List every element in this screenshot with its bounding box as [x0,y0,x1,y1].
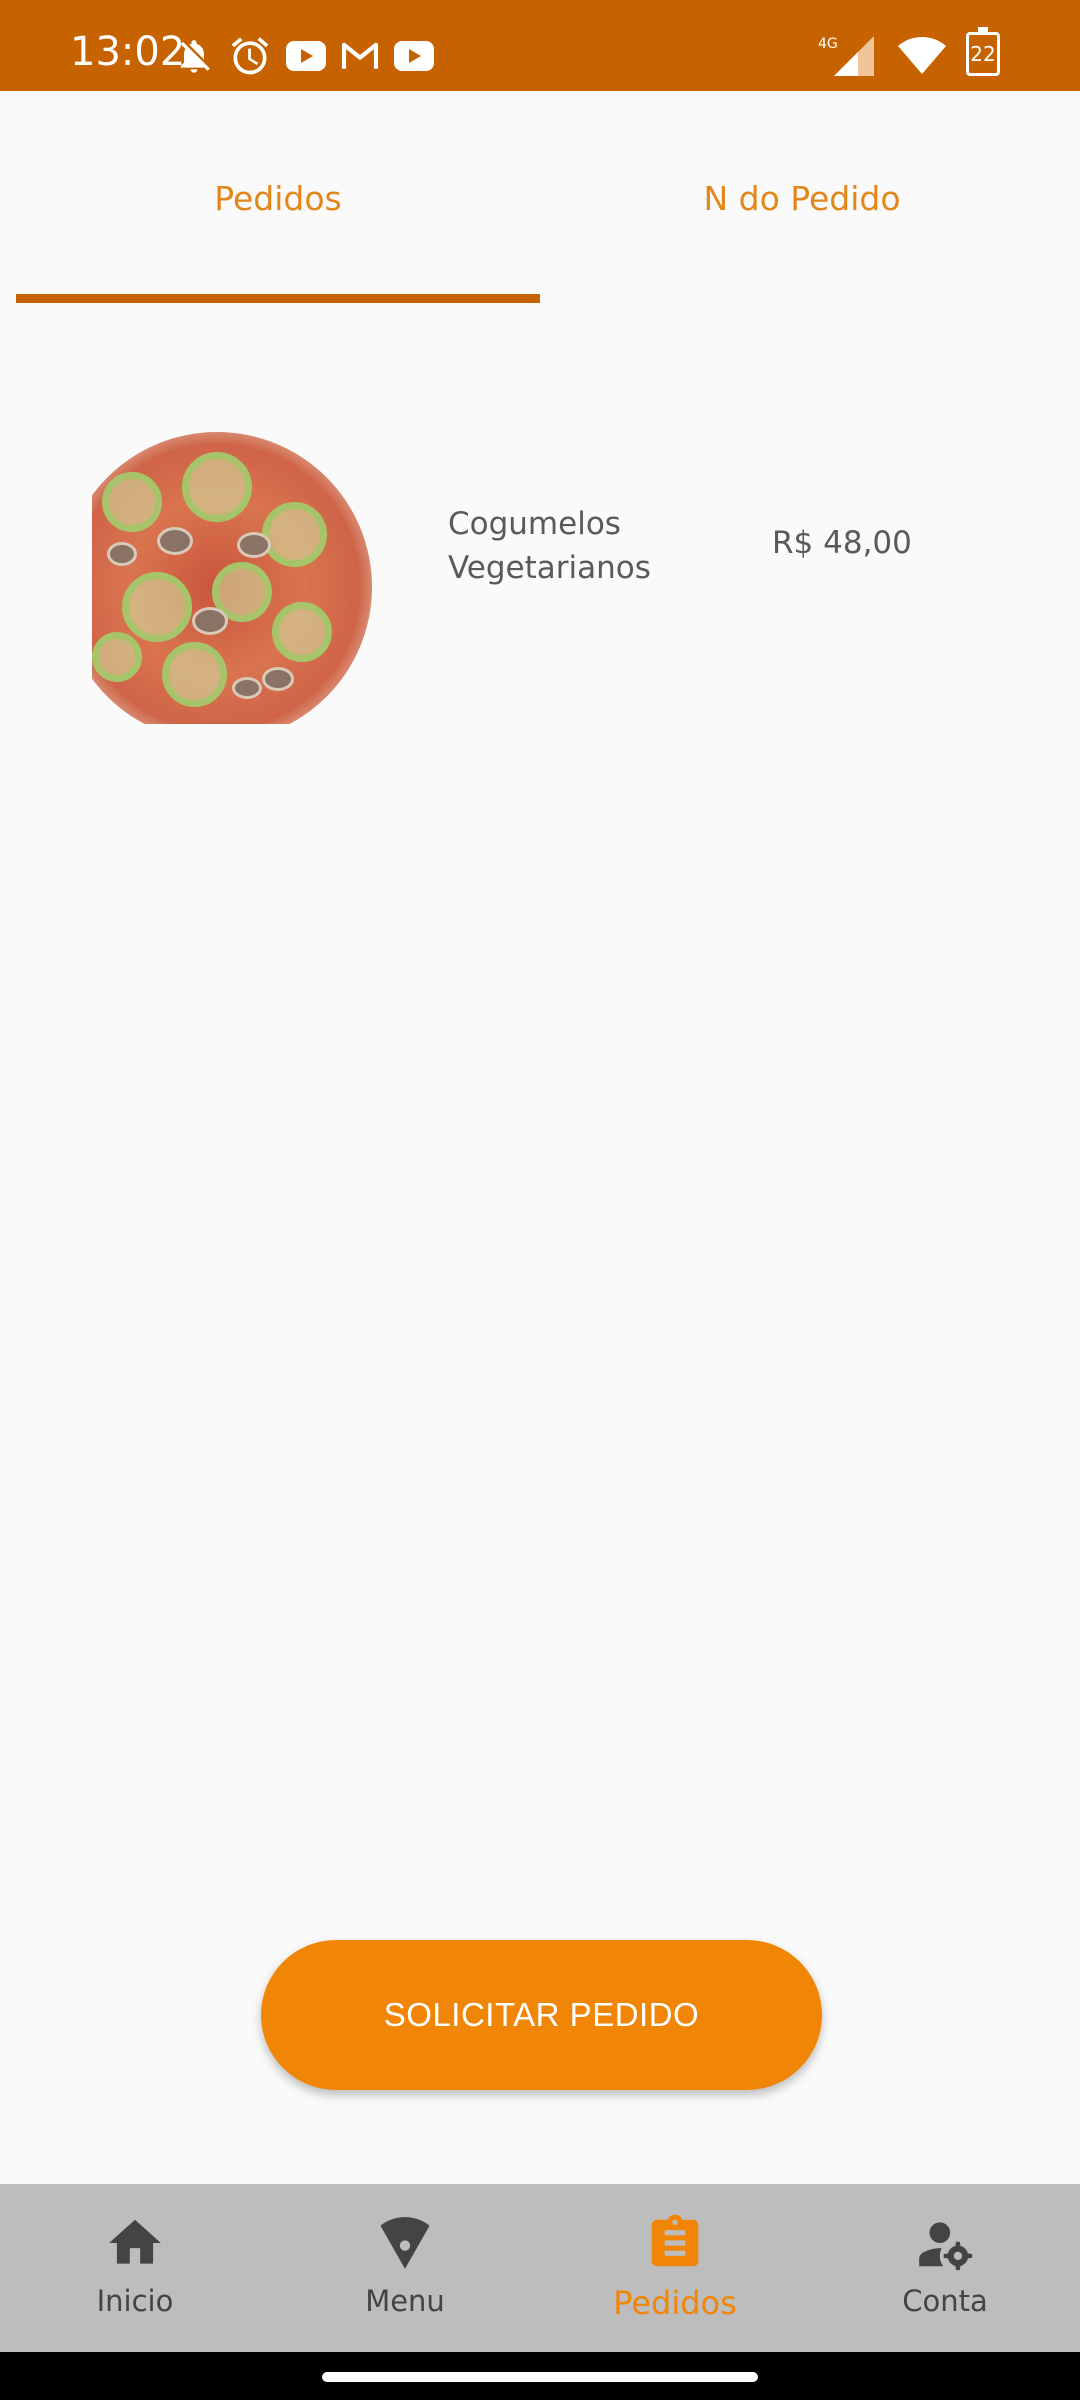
home-gesture-handle[interactable] [322,2372,758,2382]
gmail-icon [341,42,379,69]
status-bar: 13:02 4G 22 [0,0,1080,91]
battery-icon: 22 [966,27,1000,76]
nav-label: Conta [902,2284,988,2318]
user-settings-icon [914,2212,976,2274]
clipboard-icon [644,2212,706,2274]
bell-off-icon [180,40,210,73]
home-icon [104,2212,166,2274]
youtube-icon [286,41,326,71]
selected-tab-indicator [16,294,540,303]
youtube-icon [394,41,434,71]
svg-text:4G: 4G [818,36,838,52]
bottom-navigation: Inicio Menu Pedidos Conta [0,2184,1080,2352]
nav-item-inicio[interactable]: Inicio [0,2184,270,2352]
item-name: Cogumelos Vegetarianos [448,506,651,586]
nav-label: Menu [365,2284,445,2318]
item-price: R$ 48,00 [772,525,912,561]
system-icons: 4G 22 [814,27,1000,76]
alarm-icon [231,37,269,75]
nav-label: Pedidos [613,2284,737,2322]
order-list-item[interactable]: Cogumelos Vegetarianos R$ 48,00 [0,410,1080,730]
nav-item-menu[interactable]: Menu [270,2184,540,2352]
nav-item-pedidos[interactable]: Pedidos [540,2184,810,2352]
order-tabs: Pedidos N do Pedido [0,91,1080,305]
pizza-image [92,422,372,724]
nav-item-conta[interactable]: Conta [810,2184,1080,2352]
nav-label: Inicio [96,2284,174,2318]
system-navigation-bar [0,2352,1080,2400]
signal-icon: 4G [818,36,874,76]
tab-pedidos[interactable]: Pedidos [16,91,540,305]
submit-order-button[interactable]: SOLICITAR PEDIDO [261,1940,822,2090]
status-time: 13:02 [70,29,186,75]
notification-icons [174,34,434,78]
pizza-slice-icon [374,2212,436,2274]
wifi-icon [898,37,946,74]
tab-order-number[interactable]: N do Pedido [540,91,1064,305]
